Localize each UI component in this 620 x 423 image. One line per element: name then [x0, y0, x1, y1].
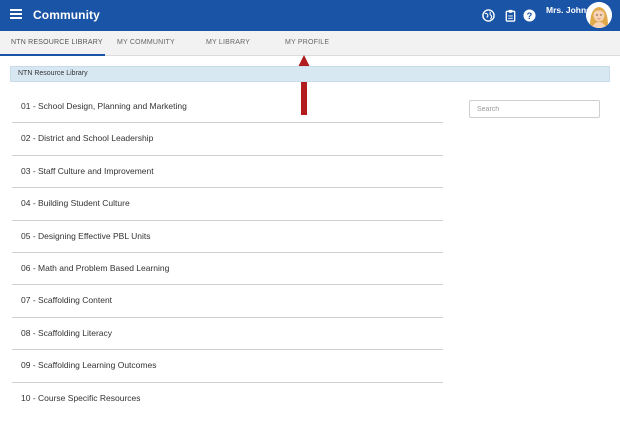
user-avatar[interactable] [586, 2, 612, 28]
tab-my-library[interactable]: MY LIBRARY [206, 39, 250, 46]
library-item[interactable]: 05 - Designing Effective PBL Units [12, 221, 443, 253]
app-bar: Community ? Mrs. Johnson [0, 0, 620, 31]
clipboard-icon[interactable] [504, 9, 517, 22]
library-item[interactable]: 09 - Scaffolding Learning Outcomes [12, 350, 443, 383]
library-item[interactable]: 08 - Scaffolding Literacy [12, 318, 443, 351]
library-item-label: 07 - Scaffolding Content [21, 295, 113, 306]
help-icon[interactable]: ? [523, 9, 536, 22]
library-item-label: 08 - Scaffolding Literacy [21, 327, 113, 338]
library-item-label: 04 - Building Student Culture [21, 198, 130, 209]
tab-my-community[interactable]: MY COMMUNITY [117, 39, 175, 46]
search-input[interactable] [469, 100, 600, 118]
library-item-label: 05 - Designing Effective PBL Units [21, 230, 151, 241]
library-list: 01 - School Design, Planning and Marketi… [12, 91, 443, 415]
library-item-label: 03 - Staff Culture and Improvement [21, 165, 154, 176]
library-item-label: 10 - Course Specific Resources [21, 392, 141, 403]
breadcrumb-label[interactable]: NTN Resource Library [18, 70, 88, 77]
library-item[interactable]: 10 - Course Specific Resources [12, 383, 443, 415]
svg-text:?: ? [527, 11, 533, 21]
library-item[interactable]: 01 - School Design, Planning and Marketi… [12, 91, 443, 124]
tab-ntn-resource-library[interactable]: NTN RESOURCE LIBRARY [11, 39, 103, 46]
library-item[interactable]: 02 - District and School Leadership [12, 123, 443, 156]
library-item-label: 09 - Scaffolding Learning Outcomes [21, 360, 157, 371]
library-item[interactable]: 04 - Building Student Culture [12, 188, 443, 221]
library-item-label: 01 - School Design, Planning and Marketi… [21, 101, 187, 111]
active-tab-indicator [0, 54, 105, 56]
hamburger-menu-icon[interactable] [10, 9, 22, 21]
library-item[interactable]: 03 - Staff Culture and Improvement [12, 156, 443, 189]
tab-my-profile[interactable]: MY PROFILE [285, 39, 329, 46]
library-item-label: 06 - Math and Problem Based Learning [21, 262, 170, 273]
globe-icon[interactable] [482, 9, 495, 22]
library-item[interactable]: 07 - Scaffolding Content [12, 285, 443, 318]
breadcrumb: NTN Resource Library [10, 66, 610, 82]
library-item[interactable]: 06 - Math and Problem Based Learning [12, 253, 443, 286]
library-item-label: 02 - District and School Leadership [21, 133, 154, 144]
tab-bar: NTN RESOURCE LIBRARY MY COMMUNITY MY LIB… [0, 31, 620, 56]
app-title: Community [33, 8, 100, 22]
